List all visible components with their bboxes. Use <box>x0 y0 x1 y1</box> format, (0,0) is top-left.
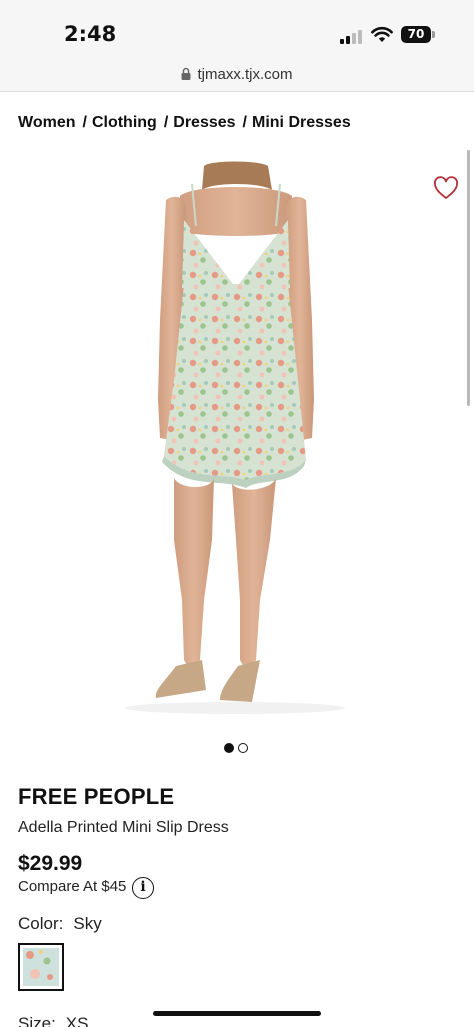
breadcrumb-women[interactable]: Women <box>18 114 75 131</box>
size-label: Size: <box>18 1014 56 1027</box>
product-image[interactable] <box>100 160 370 720</box>
product-name: Adella Printed Mini Slip Dress <box>18 819 229 836</box>
breadcrumb: Women / Clothing / Dresses / Mini Dresses <box>18 114 351 132</box>
size-selector-label: Size: XS <box>18 1014 88 1027</box>
color-label: Color: <box>18 914 64 933</box>
battery-indicator: 70 <box>401 26 431 43</box>
status-time: 2:48 <box>64 22 117 46</box>
browser-url-bar[interactable]: tjmaxx.tjx.com <box>0 60 474 92</box>
color-value: Sky <box>73 914 102 933</box>
wifi-icon <box>371 26 393 42</box>
page-scrollbar[interactable] <box>467 150 470 406</box>
status-bar: 2:48 70 <box>0 0 474 60</box>
breadcrumb-clothing[interactable]: Clothing <box>92 114 157 131</box>
home-indicator[interactable] <box>153 1011 321 1016</box>
carousel-pagination <box>224 740 252 758</box>
breadcrumb-separator: / <box>242 114 247 131</box>
breadcrumb-mini-dresses[interactable]: Mini Dresses <box>252 114 351 131</box>
lock-icon <box>181 67 191 80</box>
compare-at-price: Compare At $45 <box>18 878 127 895</box>
size-value: XS <box>65 1014 89 1027</box>
carousel-dot-2[interactable] <box>238 743 248 753</box>
battery-tip <box>432 31 435 38</box>
color-swatch-image <box>23 948 59 986</box>
cellular-signal-icon <box>340 30 362 44</box>
url-display[interactable]: tjmaxx.tjx.com <box>0 66 474 83</box>
carousel-dot-1[interactable] <box>224 743 234 753</box>
info-icon[interactable]: i <box>132 877 154 899</box>
breadcrumb-separator: / <box>82 114 87 131</box>
breadcrumb-dresses[interactable]: Dresses <box>173 114 235 131</box>
color-selector-label: Color: Sky <box>18 914 102 934</box>
product-brand[interactable]: FREE PEOPLE <box>18 784 174 810</box>
product-price: $29.99 <box>18 852 83 875</box>
url-text: tjmaxx.tjx.com <box>197 66 293 83</box>
breadcrumb-separator: / <box>163 114 169 131</box>
heart-icon[interactable] <box>432 174 460 202</box>
color-swatch-sky[interactable] <box>18 943 64 991</box>
